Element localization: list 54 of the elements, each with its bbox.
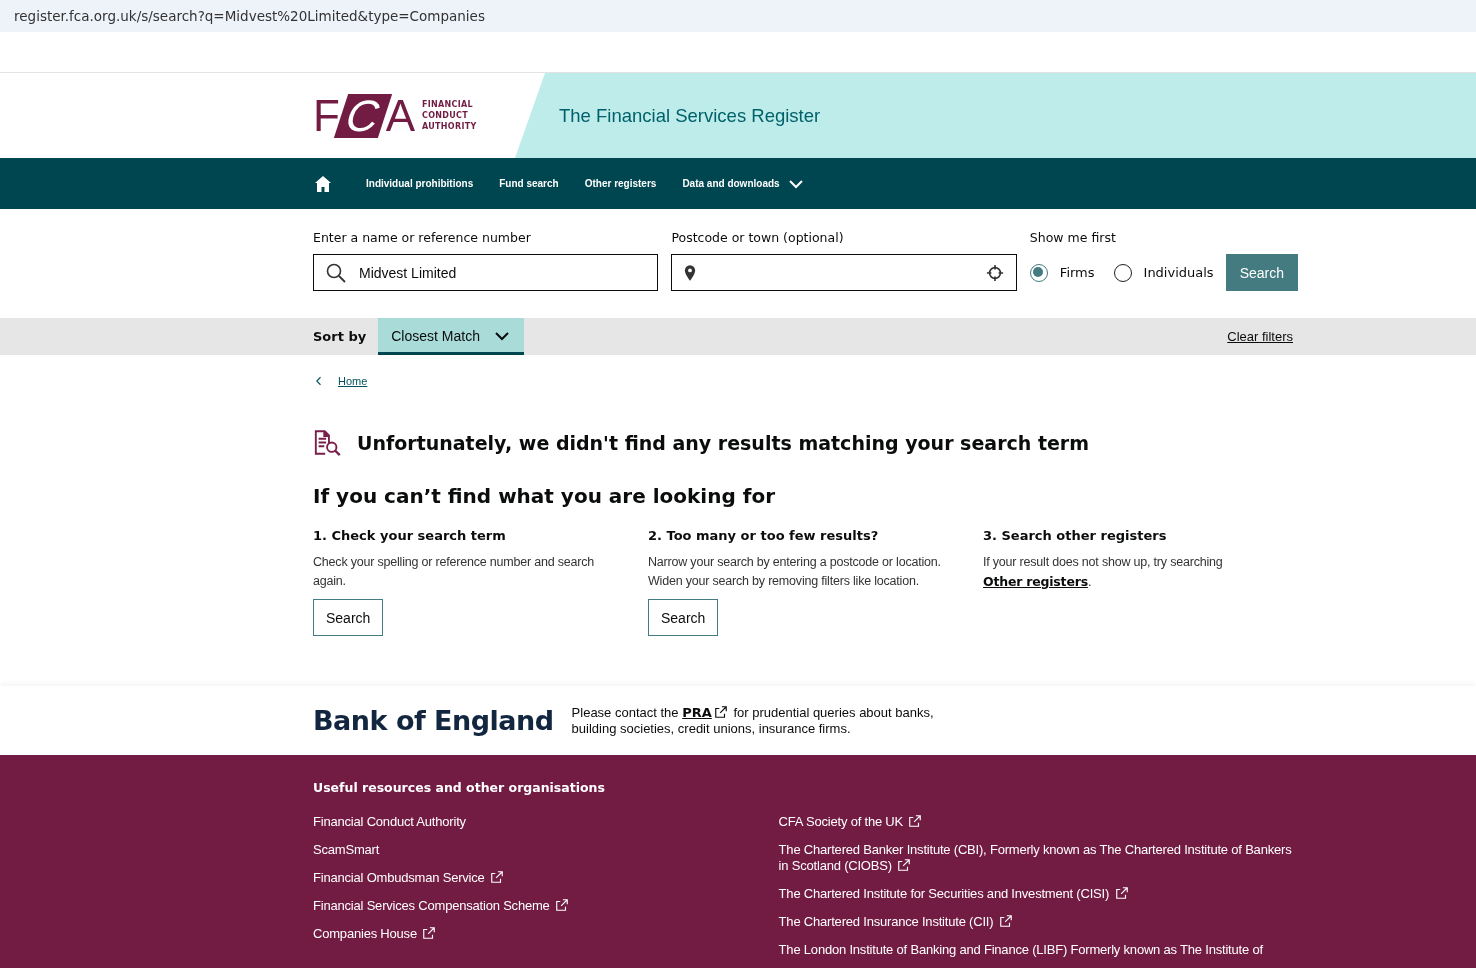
home-icon[interactable] [314,174,332,193]
footer-link[interactable]: CFA Society of the UK [778,814,1298,830]
footer-link[interactable]: Companies House [313,926,779,942]
footer-link[interactable]: ScamSmart [313,842,779,858]
radio-label: Individuals [1143,265,1214,280]
nav-link[interactable]: Fund search [499,178,559,189]
footer-heading: Useful resources and other organisations [313,780,606,795]
radio-option[interactable]: Firms [1029,263,1095,282]
bank-of-england-logo[interactable]: Bank of England [313,705,554,736]
crosshair-icon [985,263,1004,282]
field-label: Enter a name or reference number [313,229,532,247]
search-icon [326,262,346,283]
other-registers-link[interactable]: Other registers [983,574,1088,589]
footer-link[interactable]: The Chartered Insurance Institute (CII) [778,914,1298,930]
footer-link[interactable]: Financial Ombudsman Service [313,870,779,886]
nav-dropdown[interactable]: Data and downloads [682,176,804,191]
column-heading: 1. Check your search term [313,528,507,543]
clear-filters-link[interactable]: Clear filters [1227,329,1293,344]
no-results-heading: Unfortunately, we didn't find any results matching your search term [357,431,1090,454]
footer-link[interactable]: Financial Services Compensation Scheme [313,898,779,914]
url-text: register.fca.org.uk/s/search?q=Midvest%20Limited&type=Companies [14,8,485,24]
column-heading: 3. Search other registers [983,528,1168,543]
column-heading: 2. Too many or too few results? [648,528,880,543]
help-text: Narrow your search by entering a postcode or location. Widen your search by removing filters like location. [648,554,942,590]
sort-dropdown[interactable]: Closest Match [378,318,524,355]
radio-option[interactable]: Individuals [1113,263,1214,282]
footer-link[interactable]: The London Institute of Banking and Finance (LIBF) Formerly known as The Institute of [778,942,1298,958]
location-field[interactable] [671,254,1017,291]
nav-link[interactable]: Other registers [584,178,657,189]
search-field[interactable]: Midvest Limited [313,254,659,291]
document-search-icon [313,429,343,456]
caret-icon [493,329,510,343]
field-label: Show me first [1029,229,1117,247]
location-pin-icon [684,264,697,281]
search-button[interactable]: Search [1225,254,1298,291]
nav-link[interactable]: Individual prohibitions [366,178,474,189]
back-chevron-icon [316,376,322,386]
help-text: Check your spelling or reference number and search again. [313,554,596,590]
field-label: Postcode or town (optional) [671,229,845,247]
search-button[interactable]: Search [648,599,719,636]
contact-text: Please contact the PRA for prudential queries about banks, building societies, credit unions, insurance firms. [571,704,935,737]
external-link-icon [713,704,728,719]
sort-label: Sort by [313,329,367,344]
radio-label: Firms [1059,265,1095,280]
footer-link[interactable]: The Chartered Banker Institute (CBI), Formerly known as The Chartered Institute of Bankers in Scotland (CIOBS) [778,842,1298,874]
breadcrumb-link[interactable]: Home [338,375,368,387]
search-button[interactable]: Search [313,599,384,636]
pra-link[interactable]: PRA [682,704,712,720]
footer-link[interactable]: Financial Conduct Authority [313,814,779,830]
section-heading: If you can’t find what you are looking for [313,484,777,508]
help-text: If your result does not show up, try searching Other registers. [983,554,1224,591]
site-title: The Financial Services Register [559,104,821,127]
address-bar[interactable]: register.fca.org.uk/s/search?q=Midvest%20Limited&type=Companies [0,0,1476,32]
footer-link[interactable]: The Chartered Institute for Securities and Investment (CISI) [778,886,1298,902]
